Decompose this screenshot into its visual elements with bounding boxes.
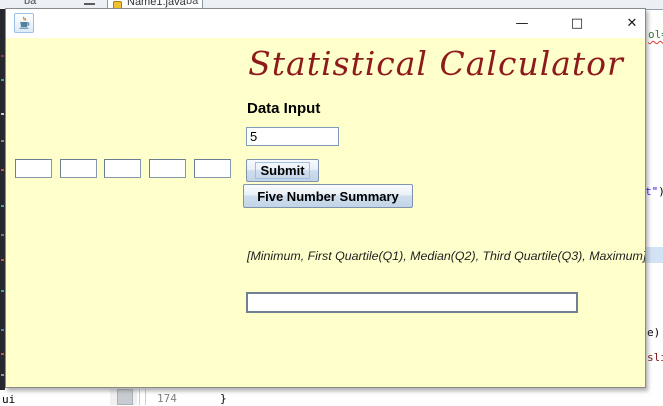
line-number: 174 <box>157 392 177 405</box>
gutter-divider <box>145 389 146 405</box>
editor-tab-label: Name1.java <box>127 0 186 8</box>
gutter-divider <box>139 389 140 405</box>
summary-box-minimum[interactable] <box>15 159 52 178</box>
scrollbar-thumb[interactable] <box>117 389 133 405</box>
minimize-view-icon <box>84 3 95 5</box>
five-number-summary-button[interactable]: Five Number Summary <box>243 184 413 208</box>
code-brace: } <box>220 392 227 405</box>
minimize-icon[interactable]: — <box>505 9 539 38</box>
maximize-icon[interactable]: □ <box>560 9 594 38</box>
close-icon[interactable]: ✕ <box>615 9 649 38</box>
code-fragment: ol= <box>648 28 663 41</box>
editor-current-line-highlight <box>646 247 663 263</box>
app-content: Statistical Calculator Data Input Submit… <box>6 38 645 387</box>
summary-box-median[interactable] <box>104 159 141 178</box>
window-titlebar[interactable]: — □ ✕ <box>6 9 645 38</box>
code-fragment: sli <box>647 351 663 364</box>
summary-box-q1[interactable] <box>60 159 97 178</box>
java-icon <box>14 13 34 33</box>
data-input-field[interactable] <box>246 127 339 146</box>
summary-format-hint: [Minimum, First Quartile(Q1), Median(Q2)… <box>247 249 645 263</box>
code-fragment: t"); <box>645 185 663 198</box>
data-input-label: Data Input <box>247 100 321 117</box>
code-fragment: ui <box>2 393 16 406</box>
page-title: Statistical Calculator <box>248 44 624 83</box>
result-field[interactable] <box>246 292 578 313</box>
code-fragment: e) <box>647 326 661 339</box>
submit-button-label: Submit <box>255 162 310 179</box>
summary-box-q3[interactable] <box>149 159 186 178</box>
summary-box-maximum[interactable] <box>194 159 231 178</box>
clipped-code-line: return (base % 2 == 1) ? m[mid] : (m[mid… <box>237 389 657 394</box>
submit-button[interactable]: Submit <box>246 159 319 182</box>
app-window: — □ ✕ Statistical Calculator Data Input … <box>5 8 646 388</box>
